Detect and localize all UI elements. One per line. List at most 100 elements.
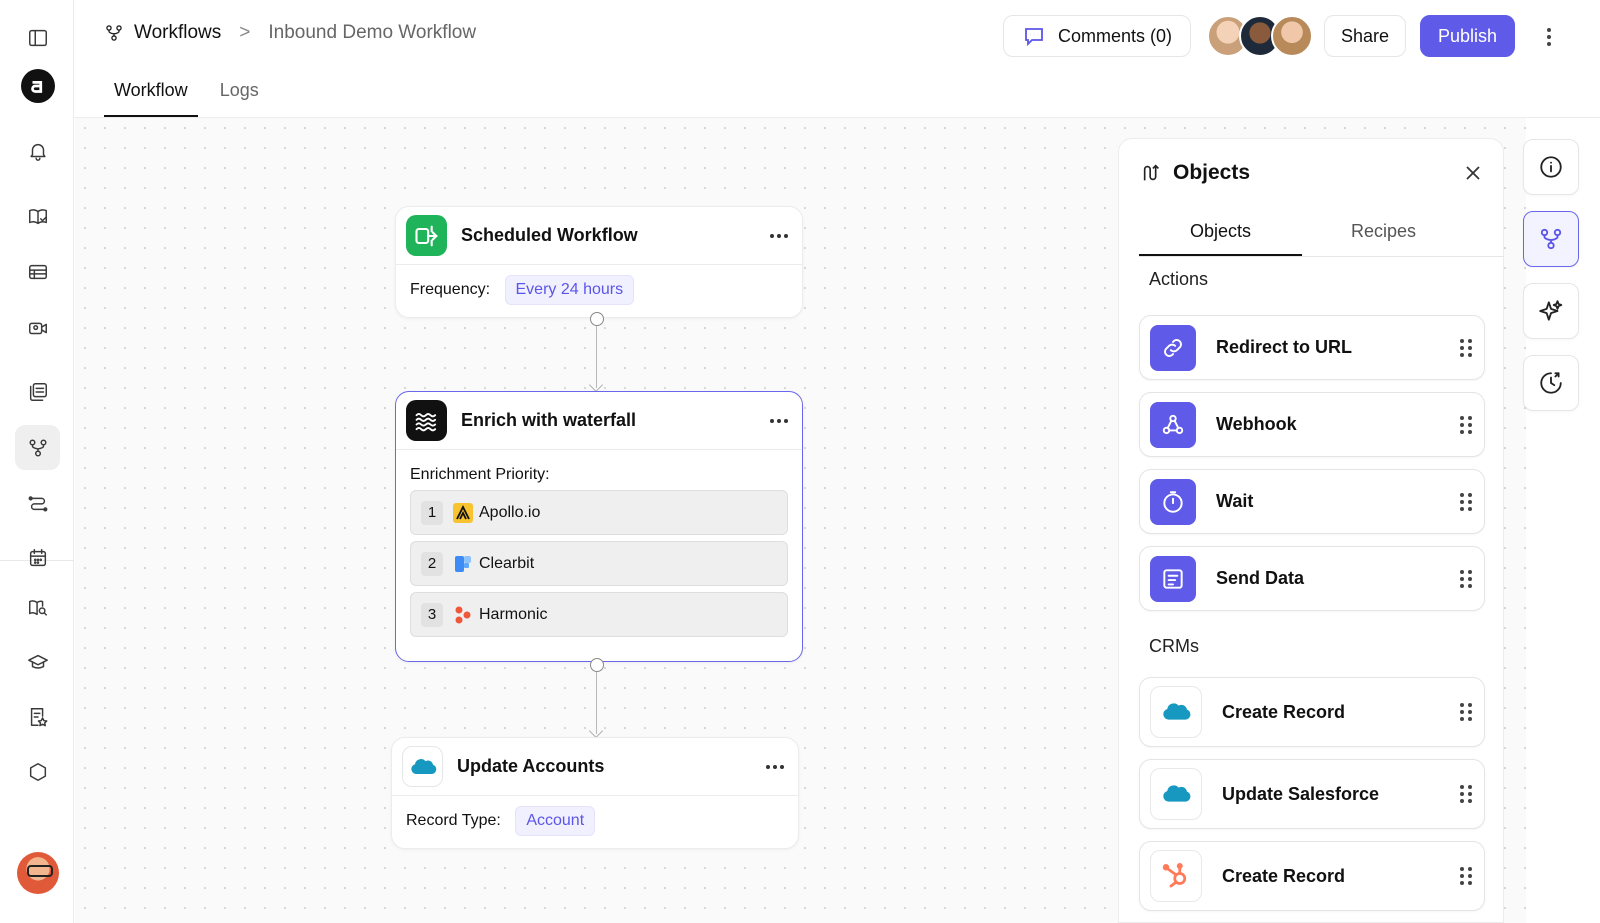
timer-icon <box>1150 478 1196 525</box>
objects-toggle-button[interactable] <box>1523 211 1579 267</box>
tab-objects[interactable]: Objects <box>1139 217 1302 256</box>
node-enrich-waterfall[interactable]: Enrich with waterfall Enrichment Priorit… <box>395 391 803 662</box>
video-user-icon[interactable] <box>15 305 60 350</box>
sparkles-icon <box>1539 300 1563 321</box>
card-label: Create Record <box>1222 701 1346 722</box>
drag-handle-icon[interactable] <box>1460 338 1472 357</box>
provider-name: Clearbit <box>479 554 535 572</box>
provider-rank: 2 <box>421 551 443 576</box>
breadcrumb-root[interactable]: Workflows <box>134 22 221 44</box>
more-options-icon[interactable] <box>1543 24 1555 50</box>
provider-rank: 1 <box>421 500 443 525</box>
card-label: Webhook <box>1216 414 1297 434</box>
node-title: Update Accounts <box>457 756 605 776</box>
tab-recipes[interactable]: Recipes <box>1302 217 1465 256</box>
provider-row[interactable]: 2 Clearbit <box>410 541 788 586</box>
node-menu-icon[interactable] <box>766 764 784 769</box>
sidebar-toggle-icon[interactable] <box>15 15 60 60</box>
schedule-icon <box>406 215 447 256</box>
enrichment-priority-label: Enrichment Priority: <box>410 466 550 483</box>
workflows-icon <box>106 25 122 41</box>
workflows-icon <box>1540 228 1562 250</box>
document-star-icon[interactable] <box>15 694 60 739</box>
drag-handle-icon[interactable] <box>1460 492 1472 511</box>
graduation-cap-icon[interactable] <box>15 639 60 684</box>
action-wait[interactable]: Wait <box>1139 469 1485 534</box>
send-data-icon <box>1150 555 1196 602</box>
info-button[interactable] <box>1523 139 1579 195</box>
close-icon[interactable] <box>1463 163 1483 183</box>
waves-icon <box>406 400 447 441</box>
frequency-value[interactable]: Every 24 hours <box>504 275 635 305</box>
bell-icon[interactable] <box>15 128 60 173</box>
user-avatar[interactable] <box>17 852 59 894</box>
action-send-data[interactable]: Send Data <box>1139 546 1485 611</box>
hexagon-icon[interactable] <box>15 749 60 794</box>
objects-icon <box>1143 164 1160 181</box>
card-label: Wait <box>1216 491 1254 511</box>
action-redirect-to-url[interactable]: Redirect to URL <box>1139 315 1485 380</box>
drag-handle-icon[interactable] <box>1460 867 1472 885</box>
comments-button[interactable]: Comments (0) <box>1003 15 1191 57</box>
provider-row[interactable]: 3 Harmonic <box>410 592 788 637</box>
record-type-label: Record Type: <box>406 812 501 829</box>
node-menu-icon[interactable] <box>770 418 788 423</box>
output-port[interactable] <box>590 312 604 326</box>
salesforce-icon <box>1150 768 1202 820</box>
table-icon[interactable] <box>15 249 60 294</box>
drag-handle-icon[interactable] <box>1460 785 1472 803</box>
salesforce-icon <box>1150 686 1202 738</box>
drag-handle-icon[interactable] <box>1460 415 1472 434</box>
harmonic-icon <box>453 605 473 625</box>
breadcrumb: Workflows > Inbound Demo Workflow <box>104 22 476 44</box>
link-icon <box>1150 324 1196 371</box>
provider-name: Harmonic <box>479 605 548 623</box>
node-title: Scheduled Workflow <box>461 225 638 245</box>
publish-button[interactable]: Publish <box>1420 15 1515 57</box>
record-type-value[interactable]: Account <box>515 806 596 836</box>
workflows-icon[interactable] <box>15 425 60 470</box>
page-tabs: Workflow Logs <box>104 74 281 117</box>
section-crms-label: CRMs <box>1149 636 1199 656</box>
calendar-icon[interactable] <box>15 535 60 580</box>
breadcrumb-current[interactable]: Inbound Demo Workflow <box>268 22 476 44</box>
output-port[interactable] <box>590 658 604 672</box>
provider-name: Apollo.io <box>479 503 541 521</box>
stack-icon[interactable] <box>15 369 60 414</box>
ai-sparkle-button[interactable] <box>1523 283 1579 339</box>
history-icon <box>1540 372 1562 394</box>
section-actions-label: Actions <box>1149 269 1209 289</box>
node-menu-icon[interactable] <box>770 233 788 238</box>
crm-update-salesforce[interactable]: Update Salesforce <box>1139 759 1485 829</box>
drag-handle-icon[interactable] <box>1460 703 1472 721</box>
salesforce-icon <box>402 746 443 787</box>
left-sidebar <box>0 0 74 923</box>
history-button[interactable] <box>1523 355 1579 411</box>
comment-icon <box>1025 28 1043 47</box>
card-label: Redirect to URL <box>1216 337 1353 357</box>
node-update-accounts[interactable]: Update Accounts Record Type: Account <box>391 737 799 849</box>
card-label: Create Record <box>1222 865 1346 886</box>
book-check-icon[interactable] <box>15 194 60 239</box>
action-webhook[interactable]: Webhook <box>1139 392 1485 457</box>
tab-workflow[interactable]: Workflow <box>104 74 198 117</box>
collaborator-avatars[interactable] <box>1207 15 1313 57</box>
card-label: Send Data <box>1216 568 1305 588</box>
provider-rank: 3 <box>421 602 443 627</box>
routing-icon[interactable] <box>15 480 60 525</box>
node-scheduled-workflow[interactable]: Scheduled Workflow Frequency: Every 24 h… <box>395 206 803 318</box>
tab-logs[interactable]: Logs <box>210 74 269 117</box>
provider-row[interactable]: 1 Apollo.io <box>410 490 788 535</box>
crm-salesforce-create-record[interactable]: Create Record <box>1139 677 1485 747</box>
comments-label: Comments (0) <box>1057 25 1173 46</box>
objects-panel: Objects Objects Recipes Actions Redirect… <box>1118 138 1504 923</box>
app-logo[interactable] <box>21 69 55 103</box>
apollo-icon <box>453 502 473 523</box>
info-icon <box>1540 156 1562 178</box>
drag-handle-icon[interactable] <box>1460 569 1472 588</box>
avatar[interactable] <box>1271 15 1313 57</box>
book-search-icon[interactable] <box>15 585 60 630</box>
crm-hubspot-create-record[interactable]: Create Record <box>1139 841 1485 911</box>
panel-title: Objects <box>1173 161 1251 184</box>
share-button[interactable]: Share <box>1324 15 1406 57</box>
